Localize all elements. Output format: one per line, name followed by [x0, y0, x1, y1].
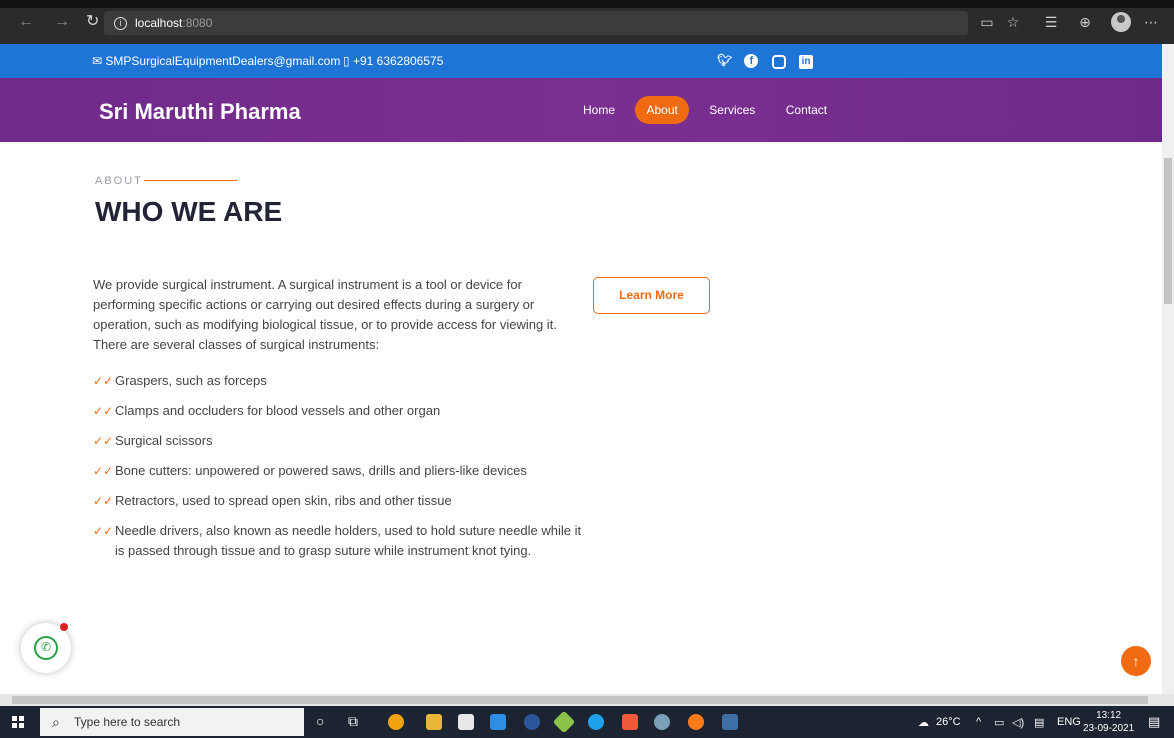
- nav-about[interactable]: About: [635, 96, 689, 124]
- windows-start-icon[interactable]: [12, 716, 24, 728]
- contact-email-text: SMPSurgicalEquipmentDealers@gmail.com: [105, 54, 341, 68]
- horizontal-scroll-thumb[interactable]: [12, 696, 1148, 704]
- main-nav: Home About Services Contact: [573, 96, 843, 124]
- collections-icon[interactable]: ⊕: [1076, 13, 1094, 31]
- chrome-icon[interactable]: [388, 714, 404, 730]
- task-view-icon[interactable]: ⧉: [348, 713, 358, 730]
- address-port: :8080: [182, 16, 213, 30]
- edge-icon[interactable]: [588, 714, 604, 730]
- app-icon[interactable]: [654, 714, 670, 730]
- sublime-icon[interactable]: [552, 710, 576, 734]
- nav-home[interactable]: Home: [573, 96, 625, 124]
- notification-icon[interactable]: ▤: [1148, 714, 1160, 730]
- contact-email[interactable]: ✉ SMPSurgicalEquipmentDealers@gmail.com: [92, 54, 340, 68]
- firefox-icon[interactable]: [688, 714, 704, 730]
- title-strip: [0, 0, 1174, 8]
- social-links: 🐦︎ f o in: [717, 53, 823, 69]
- notification-dot: [60, 623, 68, 631]
- volume-icon[interactable]: ◁): [1012, 716, 1024, 729]
- windows-taskbar: ⌕ Type here to search ○ ⧉ ☁ 26°C ^ ▭ ◁) …: [0, 706, 1174, 738]
- list-item: ✓✓ Clamps and occluders for blood vessels…: [93, 401, 583, 421]
- instrument-list: ✓✓ Graspers, such as forceps ✓✓ Clamps and…: [93, 371, 583, 571]
- app-icon[interactable]: [524, 714, 540, 730]
- list-item: ✓✓ Graspers, such as forceps: [93, 371, 583, 391]
- xampp-icon[interactable]: [622, 714, 638, 730]
- back-icon[interactable]: ←: [18, 14, 34, 30]
- taskbar-search-placeholder: Type here to search: [74, 715, 181, 729]
- twitter-icon[interactable]: 🐦︎: [717, 53, 732, 67]
- list-item-text: Surgical scissors: [115, 433, 213, 448]
- whatsapp-icon: ✆: [34, 636, 58, 660]
- double-check-icon: ✓✓: [93, 404, 114, 418]
- linkedin-icon[interactable]: in: [799, 55, 814, 69]
- search-icon: ⌕: [52, 714, 60, 730]
- clock-time: 13:12: [1096, 710, 1122, 721]
- browser-toolbar: ← → ↻ i localhost:8080 ▭ ☆ ☰ ⊕ ⋯: [0, 0, 1174, 44]
- back-to-top-button[interactable]: ↑: [1121, 646, 1151, 676]
- battery-icon[interactable]: ▭: [994, 716, 1004, 729]
- double-check-icon: ✓✓: [93, 524, 114, 538]
- facebook-icon[interactable]: f: [744, 54, 759, 68]
- section-label-line: [144, 180, 237, 181]
- intro-paragraph: We provide surgical instrument. A surgic…: [93, 277, 557, 352]
- reading-view-icon[interactable]: ▭: [978, 13, 996, 31]
- double-check-icon: ✓✓: [93, 464, 114, 478]
- address-host: localhost: [135, 16, 183, 30]
- more-menu-icon[interactable]: ⋯: [1142, 13, 1160, 31]
- taskbar-search[interactable]: ⌕ Type here to search: [40, 708, 304, 736]
- horizontal-scrollbar[interactable]: [0, 694, 1174, 706]
- site-header: Sri Maruthi Pharma Home About Services C…: [0, 78, 1162, 142]
- site-info-icon[interactable]: i: [114, 17, 127, 31]
- section-label: ABOUT: [95, 175, 143, 187]
- learn-more-button[interactable]: Learn More: [593, 277, 710, 314]
- favorite-star-icon[interactable]: ☆: [1004, 13, 1022, 31]
- section-title: WHO WE ARE: [95, 196, 283, 227]
- contact-phone-text: +91 6362806575: [352, 54, 444, 68]
- vertical-scrollbar[interactable]: [1162, 44, 1174, 694]
- double-check-icon: ✓✓: [93, 374, 114, 388]
- weather-icon[interactable]: ☁: [918, 716, 929, 729]
- list-item: ✓✓ Surgical scissors: [93, 431, 583, 451]
- nav-contact[interactable]: Contact: [776, 96, 837, 124]
- list-item-text: Retractors, used to spread open skin, ri…: [115, 493, 452, 508]
- instagram-icon[interactable]: o: [771, 55, 786, 69]
- taskbar-clock[interactable]: 13:12 23-09-2021: [1083, 709, 1134, 735]
- list-item: ✓✓ Bone cutters: unpowered or powered saw…: [93, 461, 583, 481]
- list-item-text: Graspers, such as forceps: [115, 373, 267, 388]
- app-icon[interactable]: [722, 714, 738, 730]
- forward-icon[interactable]: →: [54, 14, 70, 30]
- language-indicator[interactable]: ENG: [1057, 716, 1081, 728]
- phone-icon: ▯: [343, 54, 350, 68]
- clock-date: 23-09-2021: [1083, 723, 1135, 734]
- envelope-icon: ✉: [92, 54, 103, 68]
- profile-avatar[interactable]: [1111, 12, 1131, 32]
- list-item-text: Clamps and occluders for blood vessels a…: [115, 403, 441, 418]
- whatsapp-button[interactable]: ✆: [21, 623, 71, 673]
- list-item: ✓✓ Needle drivers, also known as needle h…: [93, 521, 583, 561]
- file-explorer-icon[interactable]: [426, 714, 442, 730]
- chevron-up-icon[interactable]: ^: [976, 716, 981, 728]
- double-check-icon: ✓✓: [93, 434, 114, 448]
- reload-icon[interactable]: ↻: [86, 14, 99, 30]
- contact-phone[interactable]: ▯ +91 6362806575: [343, 54, 443, 68]
- store-icon[interactable]: [458, 714, 474, 730]
- double-check-icon: ✓✓: [93, 494, 114, 508]
- weather-temp[interactable]: 26°C: [936, 716, 961, 728]
- site-brand[interactable]: Sri Maruthi Pharma: [99, 99, 301, 125]
- mail-icon[interactable]: [490, 714, 506, 730]
- list-item-text: Bone cutters: unpowered or powered saws,…: [115, 463, 527, 478]
- nav-services[interactable]: Services: [699, 96, 765, 124]
- cortana-icon[interactable]: ○: [316, 713, 324, 729]
- keyboard-icon[interactable]: ▤: [1034, 716, 1044, 729]
- list-item-text: Needle drivers, also known as needle hol…: [115, 523, 582, 558]
- address-bar[interactable]: i localhost:8080: [104, 11, 968, 35]
- vertical-scroll-thumb[interactable]: [1164, 158, 1172, 304]
- list-item: ✓✓ Retractors, used to spread open skin, …: [93, 491, 583, 511]
- contact-bar: ✉ SMPSurgicalEquipmentDealers@gmail.com …: [0, 44, 1162, 78]
- favorites-list-icon[interactable]: ☰: [1042, 13, 1060, 31]
